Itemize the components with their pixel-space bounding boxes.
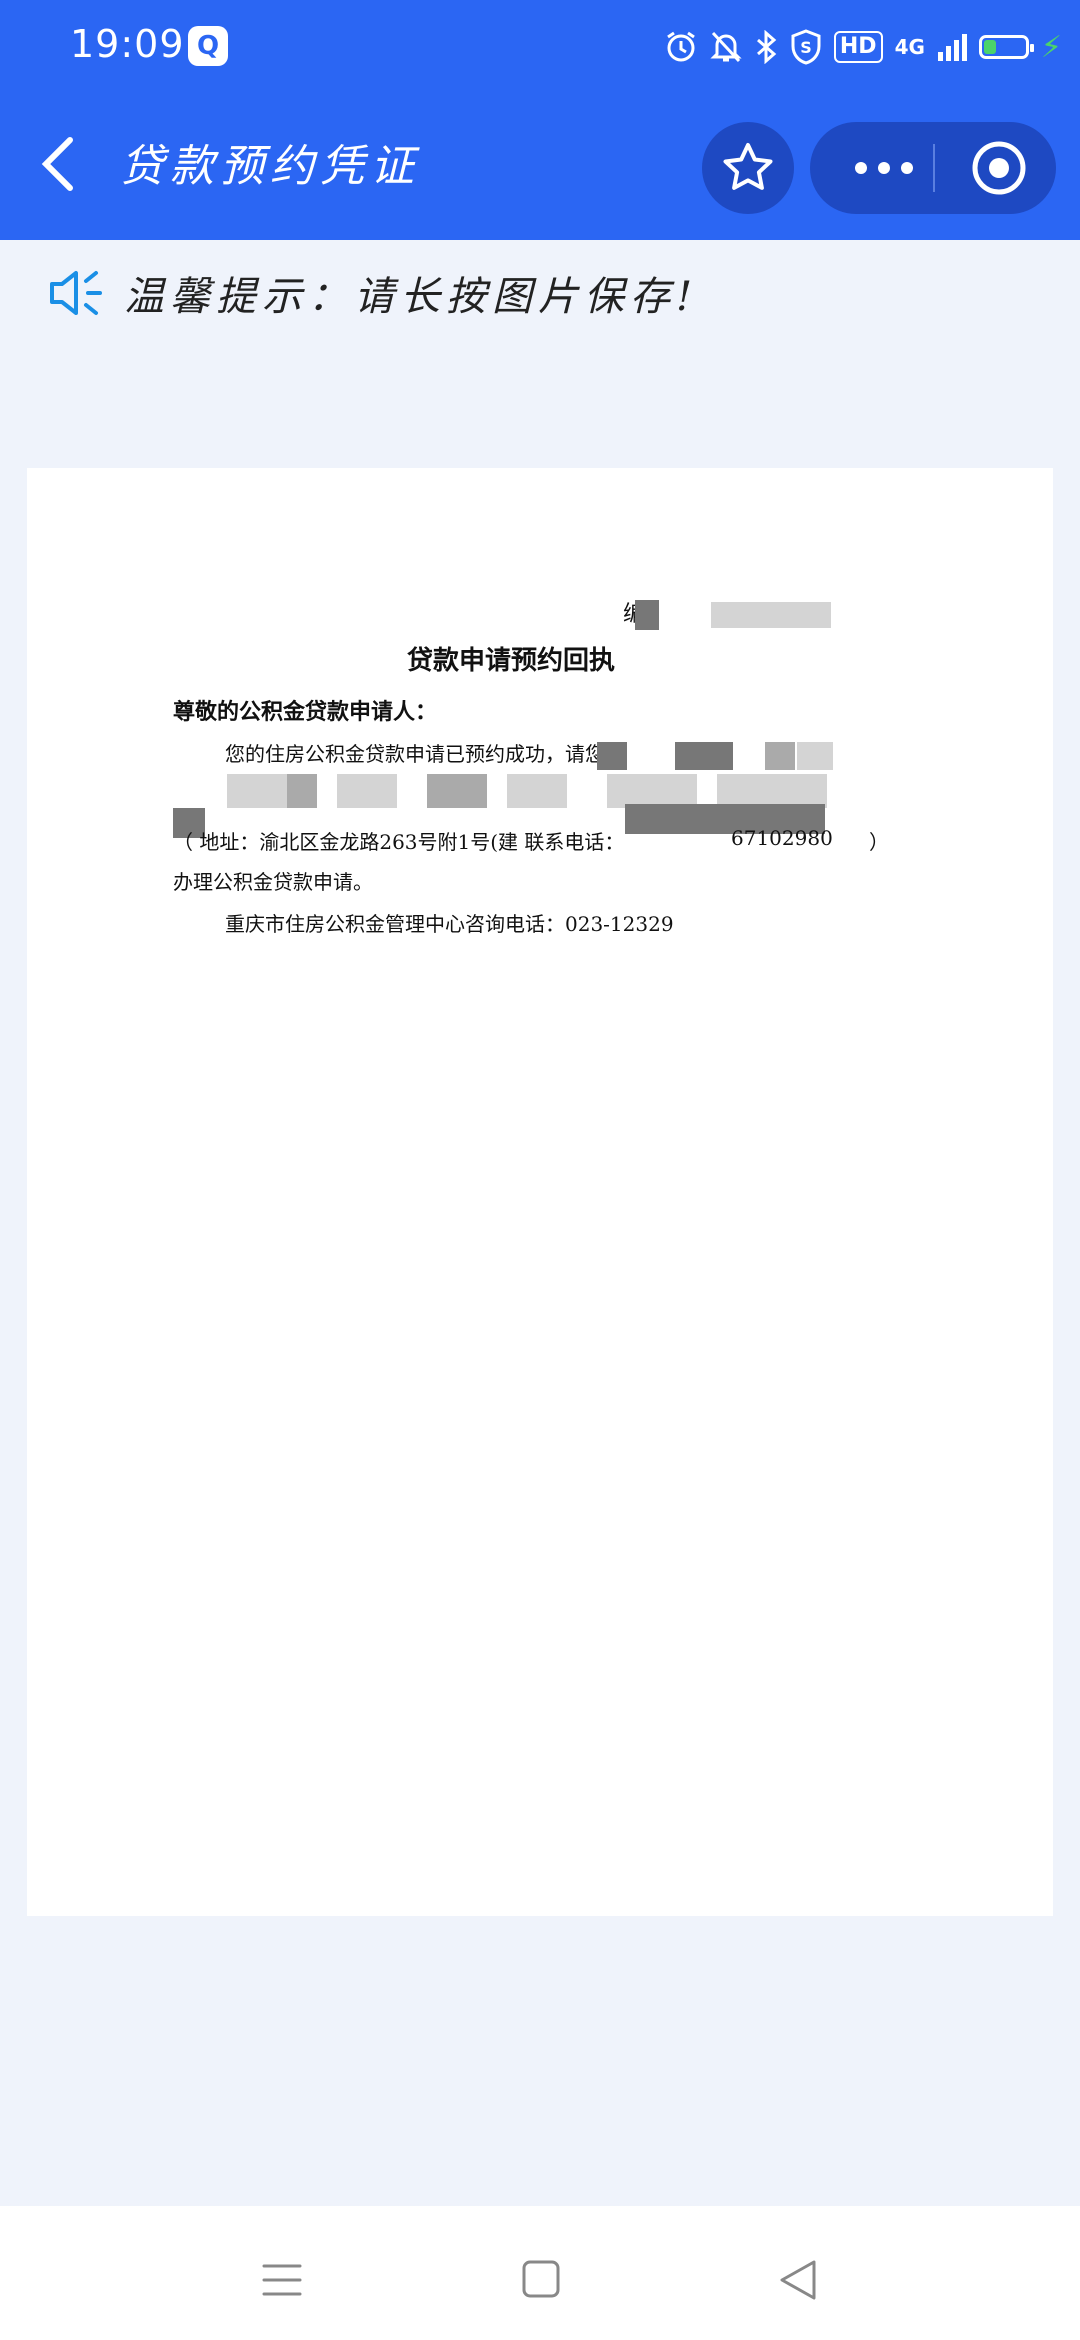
success-line: 您的住房公积金贷款申请已预约成功，请您	[225, 742, 605, 766]
more-button[interactable]	[834, 122, 934, 214]
redacted-block	[507, 774, 567, 808]
star-icon	[723, 143, 773, 190]
salutation: 尊敬的公积金贷款申请人：	[173, 699, 438, 725]
alarm-icon	[667, 31, 695, 62]
close-button[interactable]	[962, 122, 1036, 214]
tip-text: 温馨提示：请长按图片保存!	[124, 274, 699, 320]
triangle-back-icon[interactable]	[768, 2250, 828, 2310]
redacted-block	[287, 774, 317, 808]
address-line: （ 地址：渝北区金龙路263号附1号(建 联系电话：	[173, 830, 625, 854]
status-bar: 19:09 Q S HD 4G ⚡	[0, 0, 1080, 96]
speaker-icon	[50, 271, 102, 315]
receipt-document[interactable]: 编 贷款申请预约回执 尊敬的公积金贷款申请人： 您的住房公积金贷款申请已预约成功…	[27, 468, 1053, 1916]
redacted-block	[427, 774, 487, 808]
tip-banner: 温馨提示：请长按图片保存!	[48, 262, 698, 324]
signal-icon	[937, 34, 967, 61]
contact-phone: 67102980	[731, 826, 833, 850]
redacted-block	[717, 774, 827, 808]
redacted-block	[675, 742, 733, 770]
redacted-block	[797, 742, 833, 770]
redacted-block	[765, 742, 795, 770]
redacted-block	[337, 774, 397, 808]
app-notification-icon: Q	[188, 26, 228, 66]
mini-program-capsule	[810, 122, 1056, 214]
redacted-block	[597, 742, 627, 770]
hd-badge: HD	[833, 31, 883, 63]
favorite-button[interactable]	[702, 122, 794, 214]
redacted-block	[607, 774, 697, 808]
square-icon[interactable]	[510, 2250, 570, 2310]
redacted-block	[227, 774, 287, 808]
apply-line: 办理公积金贷款申请。	[173, 870, 373, 894]
redacted-block	[711, 602, 831, 628]
target-icon	[972, 141, 1026, 195]
top-bar: 19:09 Q S HD 4G ⚡ 贷款预约凭证	[0, 0, 1080, 240]
receipt-heading: 贷款申请预约回执	[407, 646, 616, 676]
redacted-block	[635, 600, 659, 630]
shield-icon: S	[791, 29, 821, 65]
bluetooth-icon	[756, 30, 777, 64]
battery-icon	[978, 35, 1034, 59]
capsule-divider	[933, 144, 935, 192]
menu-icon[interactable]	[252, 2250, 312, 2310]
close-paren: ）	[869, 830, 889, 854]
back-chevron-icon[interactable]	[36, 134, 80, 194]
network-type: 4G	[894, 35, 925, 59]
status-time: 19:09	[70, 22, 185, 66]
system-nav-bar	[0, 2206, 1080, 2340]
svg-text:S: S	[800, 38, 812, 57]
status-icons: S HD 4G ⚡	[664, 22, 1062, 72]
hotline: 重庆市住房公积金管理中心咨询电话：023-12329	[225, 912, 674, 936]
more-dots-icon	[855, 162, 913, 174]
charging-icon: ⚡	[1040, 29, 1062, 65]
mute-bell-icon	[710, 31, 742, 63]
page-title: 贷款预约凭证	[120, 141, 420, 192]
